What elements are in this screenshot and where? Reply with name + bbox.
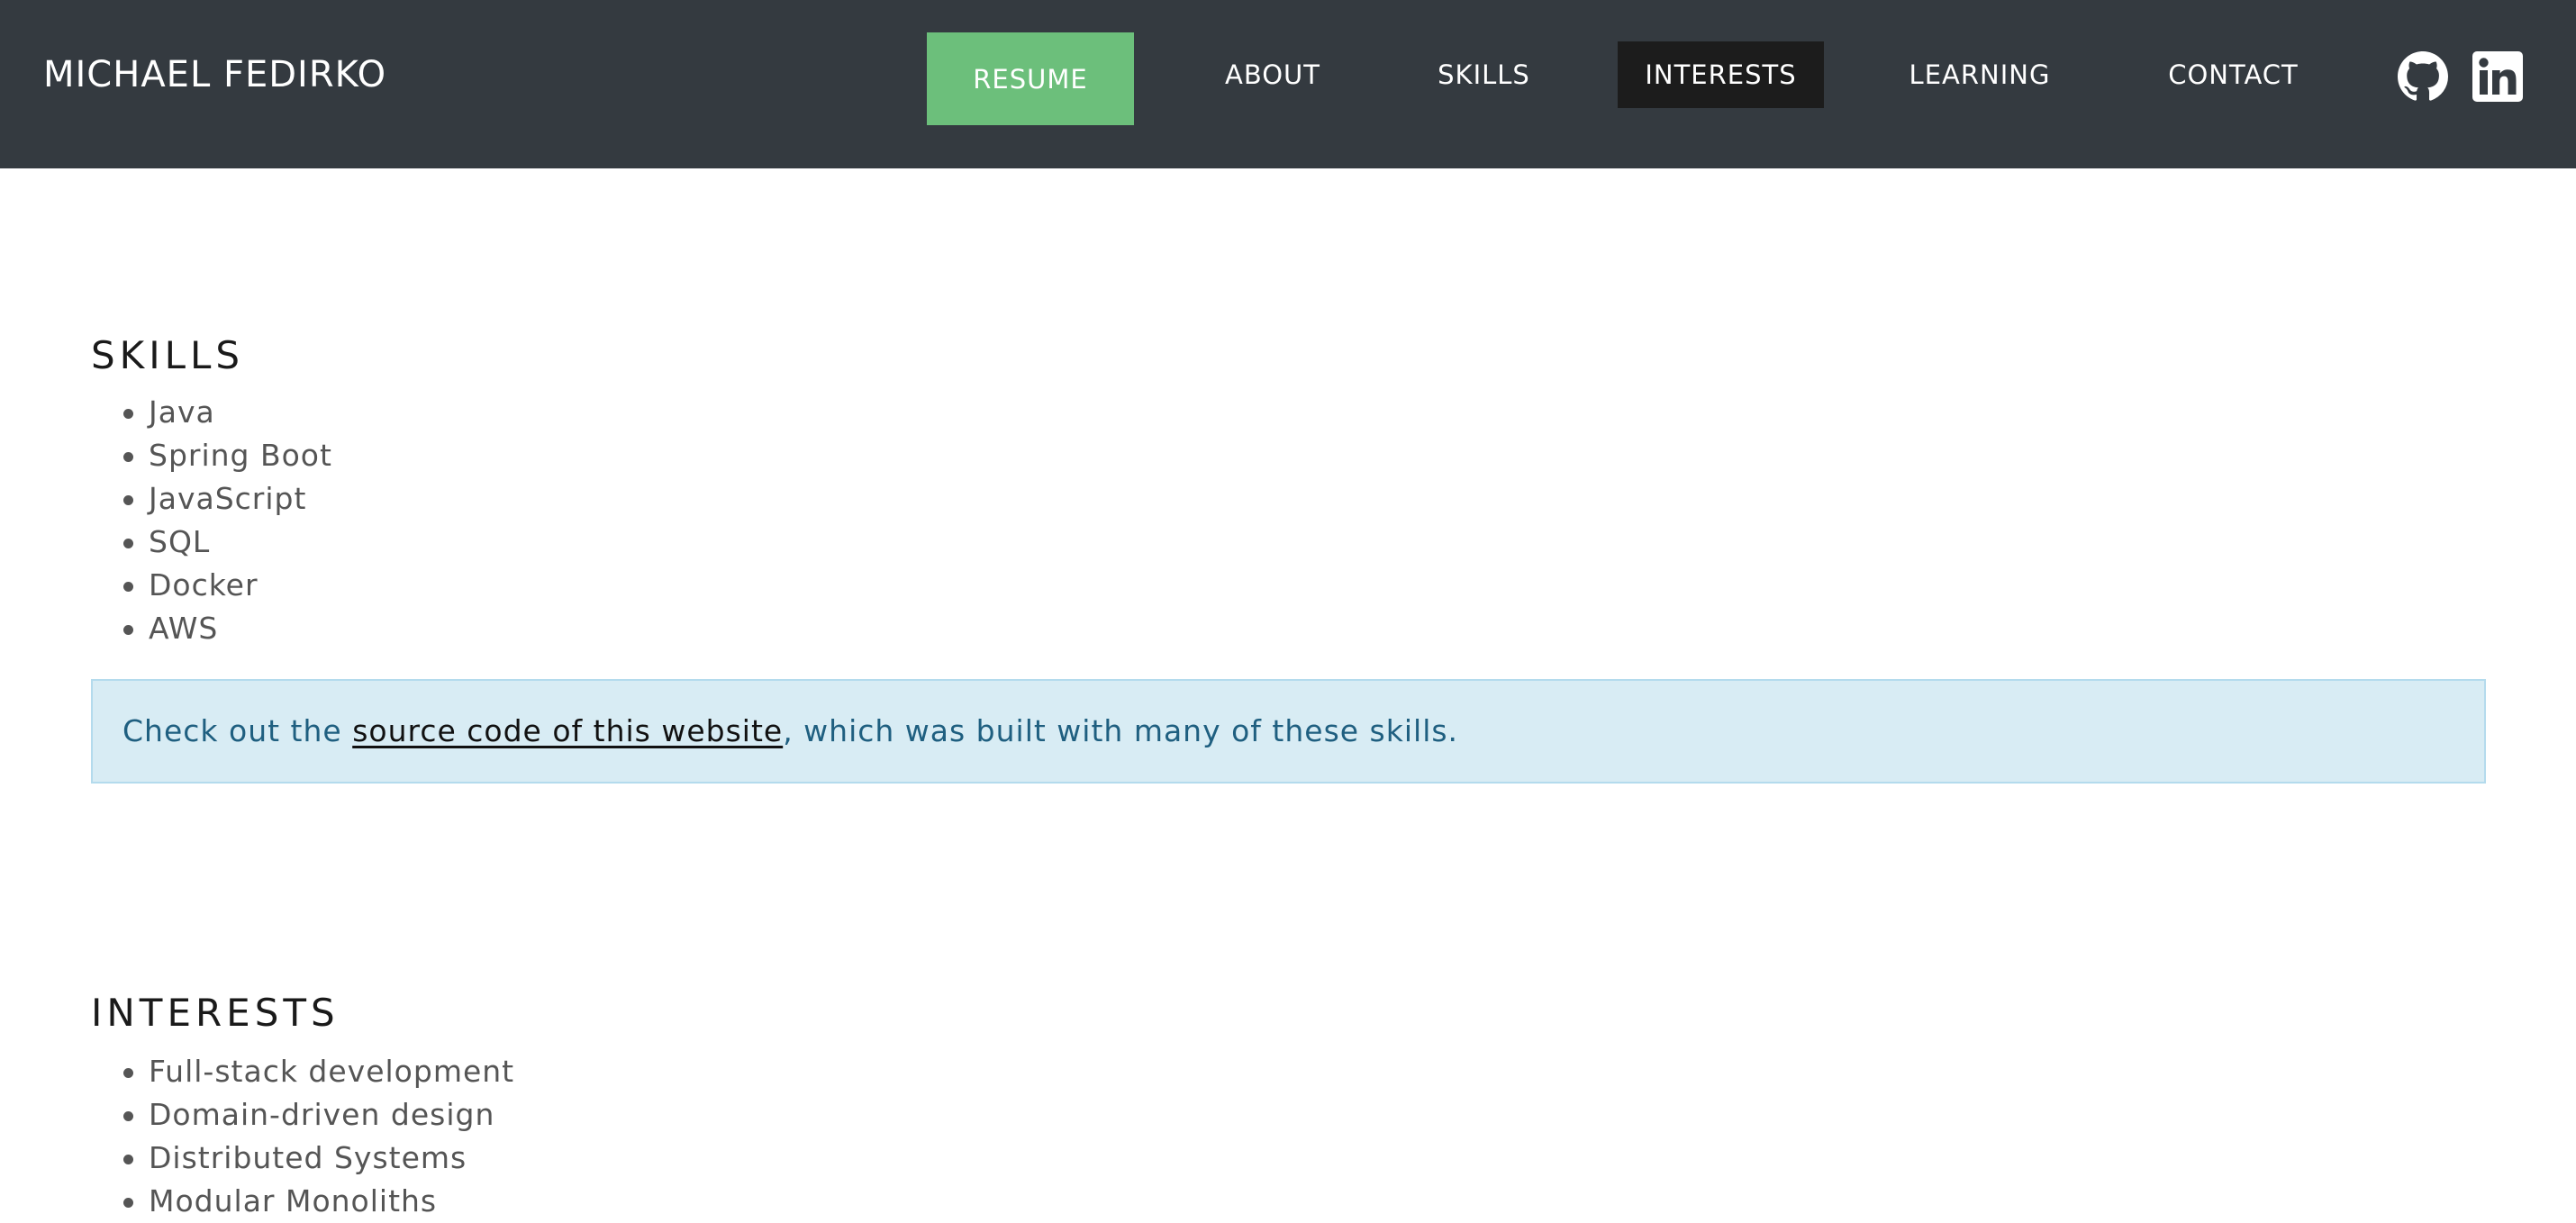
skills-list: Java Spring Boot JavaScript SQL Docker A… [91, 391, 332, 650]
nav-item-contact[interactable]: CONTACT [2147, 41, 2319, 108]
callout-text: Check out the source code of this websit… [122, 681, 1458, 782]
site-brand[interactable]: MICHAEL FEDIRKO [43, 54, 386, 95]
skill-item: SQL [91, 521, 332, 564]
source-code-link[interactable]: source code of this website [352, 713, 783, 748]
interest-item: Full-stack development [91, 1050, 514, 1093]
source-code-callout: Check out the source code of this websit… [91, 679, 2486, 784]
top-navbar: MICHAEL FEDIRKO RESUME ABOUT SKILLS INTE… [0, 0, 2576, 168]
callout-suffix: , which was built with many of these ski… [783, 713, 1459, 748]
linkedin-icon[interactable] [2472, 51, 2523, 102]
resume-button[interactable]: RESUME [927, 32, 1134, 125]
skill-item: Spring Boot [91, 434, 332, 477]
interests-list: Full-stack development Domain-driven des… [91, 1050, 514, 1223]
nav-item-about[interactable]: ABOUT [1198, 41, 1347, 108]
nav-item-interests[interactable]: INTERESTS [1618, 41, 1824, 108]
interests-heading: INTERESTS [91, 991, 340, 1035]
github-icon[interactable] [2398, 51, 2448, 102]
interest-item: Distributed Systems [91, 1137, 514, 1180]
callout-prefix: Check out the [122, 713, 353, 748]
interest-item: Modular Monoliths [91, 1180, 514, 1223]
skill-item: Java [91, 391, 332, 434]
interest-item: Domain-driven design [91, 1093, 514, 1137]
skill-item: Docker [91, 564, 332, 607]
skill-item: AWS [91, 607, 332, 650]
skills-heading: SKILLS [91, 333, 245, 377]
skill-item: JavaScript [91, 477, 332, 521]
nav-item-skills[interactable]: SKILLS [1410, 41, 1557, 108]
nav-item-learning[interactable]: LEARNING [1884, 41, 2075, 108]
